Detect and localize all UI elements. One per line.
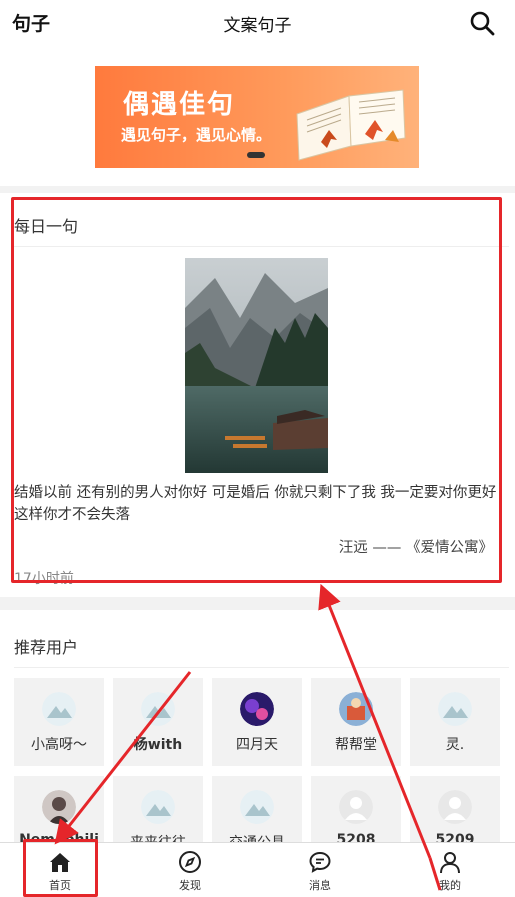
section-heading: 推荐用户 bbox=[14, 638, 79, 657]
recommended-users-section: 推荐用户 小高呀～ 杨with 四月天 帮帮堂 灵. Nemophili 520… bbox=[0, 610, 515, 864]
tab-profile[interactable]: 我的 bbox=[415, 843, 485, 897]
banner-subtitle: 遇见句子，遇见心情。 bbox=[121, 126, 272, 144]
user-avatar bbox=[339, 692, 373, 726]
default-user-icon bbox=[339, 790, 373, 824]
tab-label: 我的 bbox=[439, 879, 461, 892]
app-logo[interactable]: 句子 bbox=[12, 9, 50, 36]
tab-messages[interactable]: 消息 bbox=[285, 843, 355, 897]
banner-section: 偶遇佳句 遇见句子，遇见心情。 bbox=[0, 46, 515, 186]
placeholder-avatar-icon bbox=[438, 692, 472, 726]
highlight-box bbox=[23, 839, 98, 897]
user-icon bbox=[440, 852, 460, 874]
user-avatar bbox=[42, 790, 76, 824]
divider bbox=[14, 667, 509, 668]
tab-label: 消息 bbox=[309, 879, 331, 892]
open-book-icon bbox=[296, 89, 406, 161]
placeholder-avatar-icon bbox=[141, 790, 175, 824]
user-card[interactable]: 四月天 bbox=[212, 678, 302, 766]
user-name: 小高呀～ bbox=[31, 737, 87, 753]
banner-title: 偶遇佳句 bbox=[123, 90, 236, 120]
tab-discover[interactable]: 发现 bbox=[155, 843, 225, 897]
user-name: 杨with bbox=[133, 737, 183, 753]
user-avatar bbox=[240, 692, 274, 726]
top-bar: 句子 文案句子 bbox=[0, 0, 515, 46]
user-card[interactable]: 帮帮堂 bbox=[311, 678, 401, 766]
page-title: 文案句子 bbox=[223, 15, 292, 36]
placeholder-avatar-icon bbox=[42, 692, 76, 726]
user-name: 帮帮堂 bbox=[335, 737, 377, 753]
user-card[interactable]: 灵. bbox=[410, 678, 500, 766]
chat-bubble-icon bbox=[309, 851, 331, 873]
user-card[interactable]: 小高呀～ bbox=[14, 678, 104, 766]
user-card[interactable]: 杨with bbox=[113, 678, 203, 766]
promo-banner[interactable]: 偶遇佳句 遇见句子，遇见心情。 bbox=[95, 66, 419, 168]
placeholder-avatar-icon bbox=[240, 790, 274, 824]
compass-icon bbox=[179, 851, 201, 873]
placeholder-avatar-icon bbox=[141, 692, 175, 726]
highlight-box bbox=[11, 197, 502, 583]
user-name: 灵. bbox=[445, 737, 465, 753]
tab-label: 发现 bbox=[179, 879, 201, 892]
search-icon[interactable] bbox=[469, 10, 495, 36]
carousel-indicator[interactable] bbox=[247, 152, 265, 158]
default-user-icon bbox=[438, 790, 472, 824]
user-name: 四月天 bbox=[236, 737, 278, 753]
